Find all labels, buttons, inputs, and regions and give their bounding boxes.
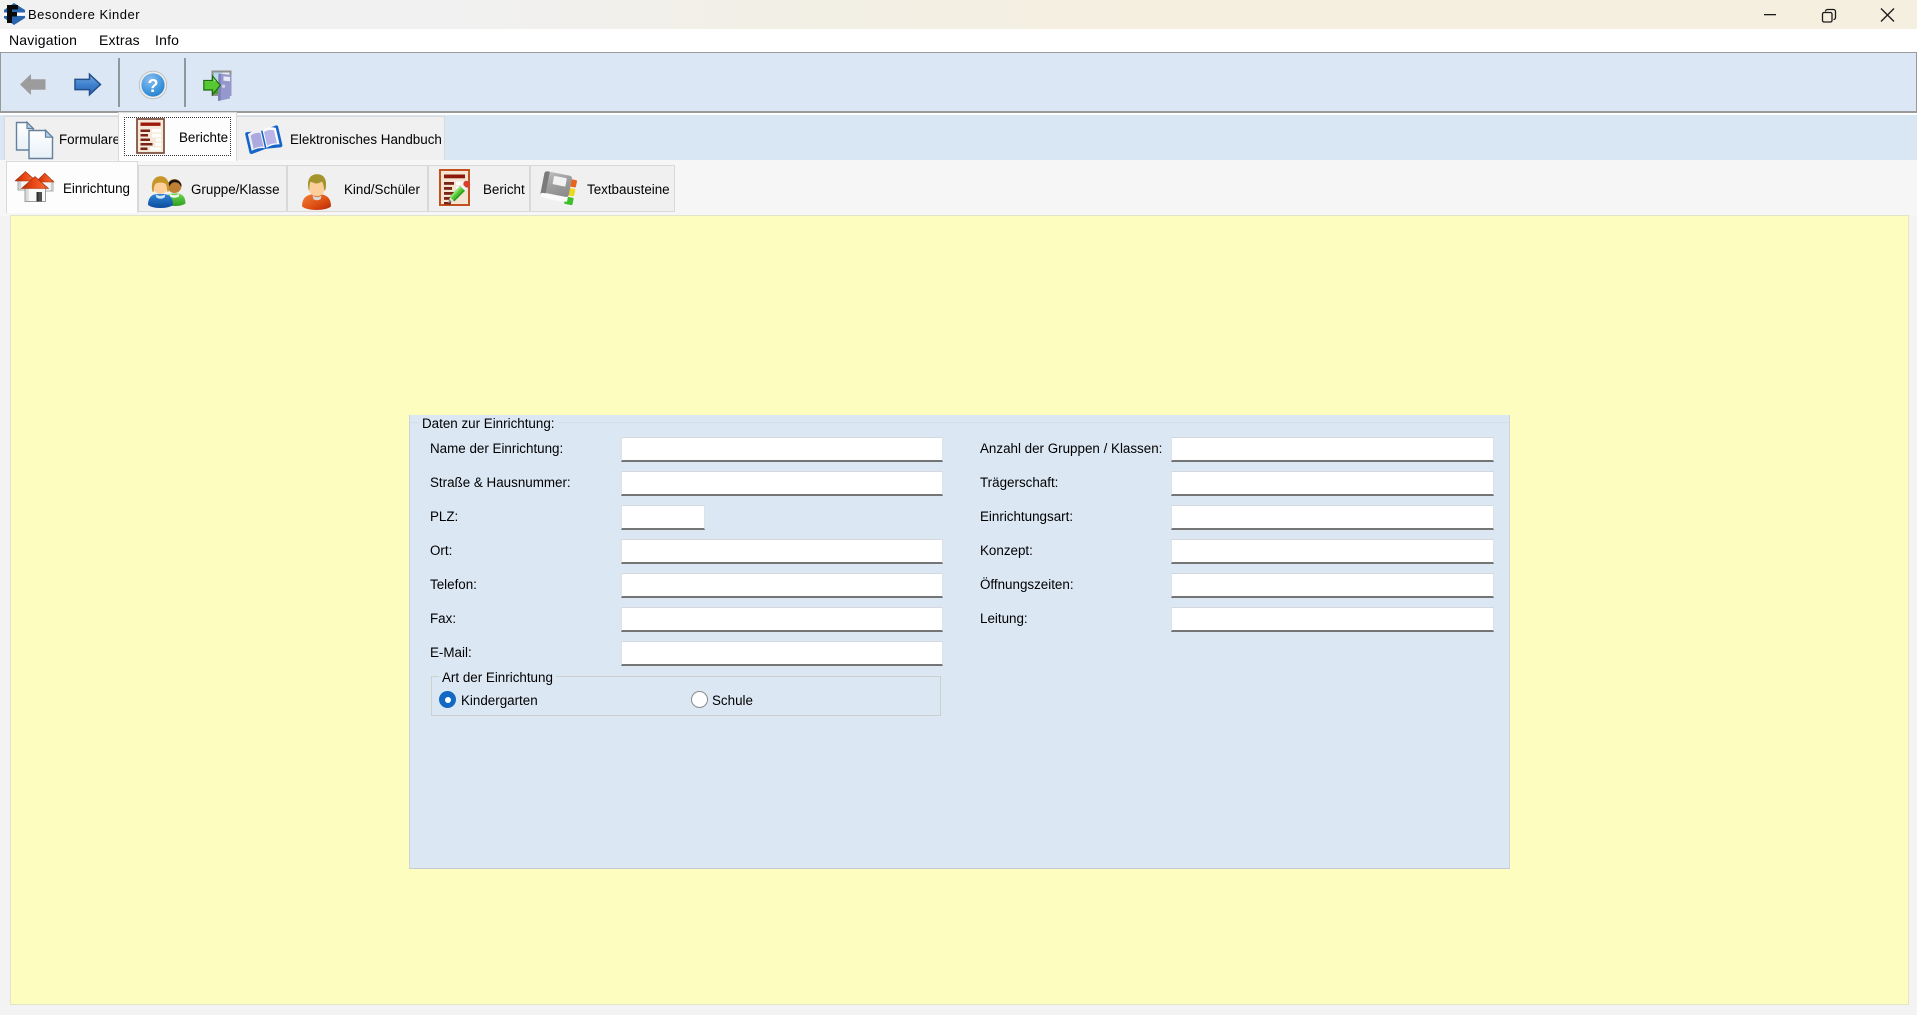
svg-text:?: ? [148,76,159,96]
